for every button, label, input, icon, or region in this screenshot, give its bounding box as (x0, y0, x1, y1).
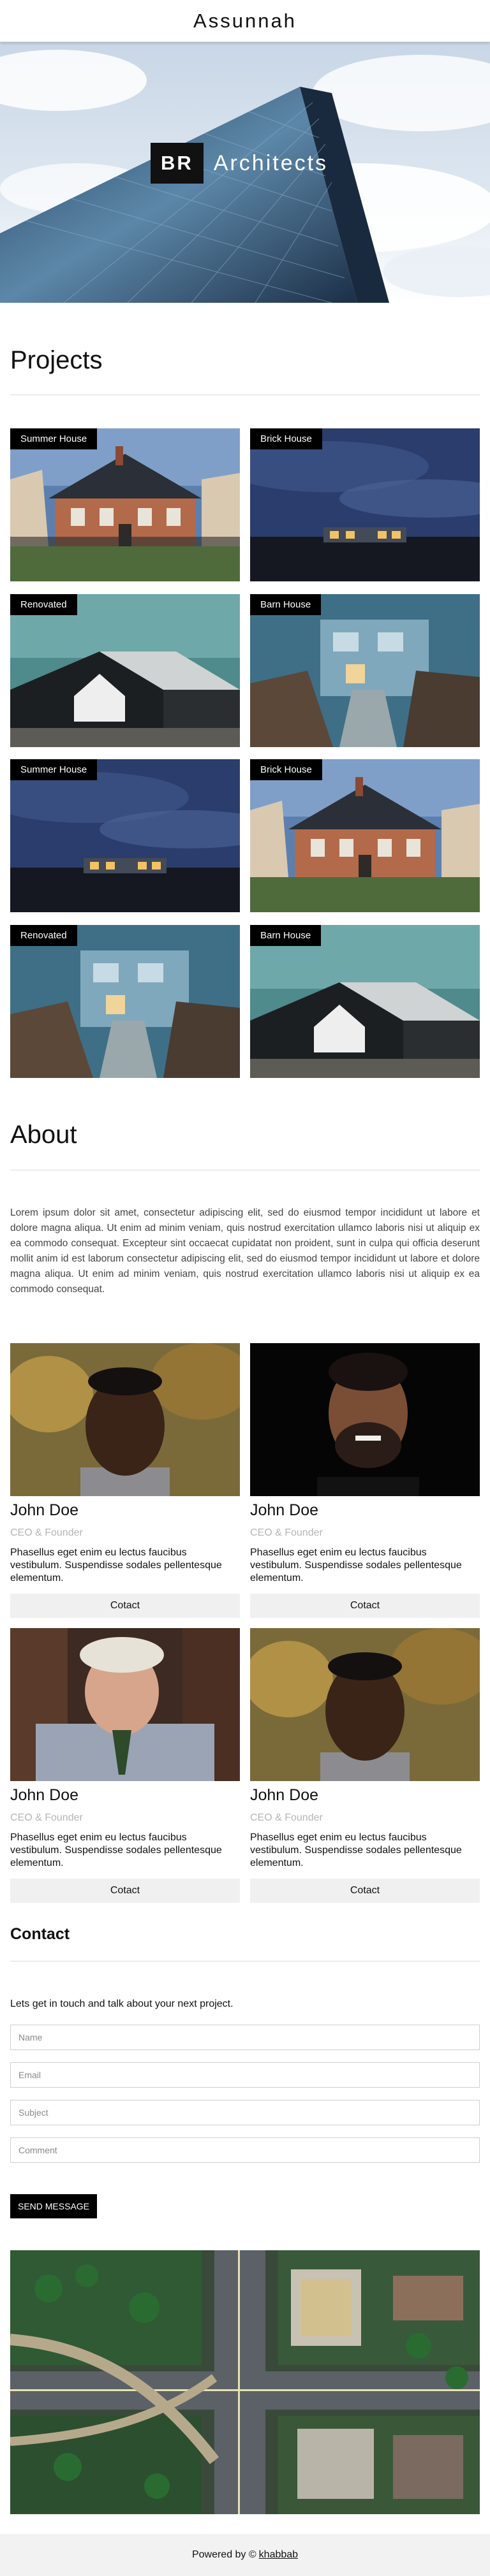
project-tag: Barn House (250, 925, 322, 946)
team-photo (250, 1628, 480, 1781)
footer: Powered by © khabbab (0, 2534, 490, 2576)
member-role: CEO & Founder (10, 1527, 83, 1538)
member-name: John Doe (10, 1501, 79, 1519)
contact-member-button[interactable]: Cotact (10, 1879, 240, 1903)
about-heading: About (10, 1121, 77, 1149)
hero-logo: BR Architects (151, 143, 328, 184)
portrait-image (10, 1628, 240, 1781)
portrait-image (250, 1343, 480, 1496)
member-bio: Phasellus eget enim eu lectus faucibus v… (250, 1832, 462, 1868)
project-card[interactable]: Brick House (250, 759, 480, 912)
hero-banner: BR Architects (0, 42, 490, 303)
team-photo (250, 1343, 480, 1496)
team-card: John Doe CEO & Founder Phasellus eget en… (10, 1628, 240, 1903)
portrait-image (10, 1343, 240, 1496)
contact-member-button[interactable]: Cotact (10, 1594, 240, 1618)
project-card[interactable]: Renovated (10, 925, 240, 1078)
member-name: John Doe (10, 1786, 79, 1804)
team-photo (10, 1343, 240, 1496)
project-tag: Barn House (250, 594, 322, 615)
member-role: CEO & Founder (250, 1812, 323, 1823)
aerial-city-image (10, 2250, 480, 2514)
member-bio: Phasellus eget enim eu lectus faucibus v… (10, 1547, 222, 1583)
contact-intro: Lets get in touch and talk about your ne… (10, 1998, 234, 2009)
project-tag: Renovated (10, 594, 77, 615)
project-card[interactable]: Renovated (10, 594, 240, 747)
send-message-button[interactable]: SEND MESSAGE (10, 2194, 97, 2218)
footer-credit: Powered by © (191, 2549, 256, 2560)
project-card[interactable]: Barn House (250, 594, 480, 747)
project-tag: Brick House (250, 759, 322, 780)
contact-heading: Contact (10, 1925, 70, 1943)
team-card: John Doe CEO & Founder Phasellus eget en… (10, 1343, 240, 1618)
project-card[interactable]: Brick House (250, 428, 480, 581)
project-tag: Brick House (250, 428, 322, 449)
footer-author-link[interactable]: khabbab (259, 2549, 298, 2561)
boardwalk-house-photo (10, 925, 240, 1078)
contact-member-button[interactable]: Cotact (250, 1879, 480, 1903)
project-card[interactable]: Summer House (10, 428, 240, 581)
project-tag: Summer House (10, 759, 98, 780)
team-photo (10, 1628, 240, 1781)
aerial-map-photo (10, 2250, 480, 2514)
brick-house-photo (10, 428, 240, 581)
team-card: John Doe CEO & Founder Phasellus eget en… (250, 1343, 480, 1618)
member-bio: Phasellus eget enim eu lectus faucibus v… (10, 1832, 222, 1868)
hero-logo-box: BR (151, 143, 204, 184)
member-role: CEO & Founder (10, 1812, 83, 1823)
member-bio: Phasellus eget enim eu lectus faucibus v… (250, 1547, 462, 1583)
top-navbar: Assunnah (0, 0, 490, 42)
name-field[interactable] (10, 2025, 480, 2050)
portrait-image (250, 1628, 480, 1781)
team-card: John Doe CEO & Founder Phasellus eget en… (250, 1628, 480, 1903)
brand-link[interactable]: Assunnah (193, 10, 297, 33)
brick-house-photo (250, 759, 480, 912)
project-tag: Summer House (10, 428, 98, 449)
night-house-photo (250, 428, 480, 581)
barn-roof-photo (250, 925, 480, 1078)
project-tag: Renovated (10, 925, 77, 946)
boardwalk-house-photo (250, 594, 480, 747)
member-role: CEO & Founder (250, 1527, 323, 1538)
comment-field[interactable] (10, 2137, 480, 2163)
member-name: John Doe (250, 1501, 319, 1519)
hero-logo-word: Architects (213, 150, 329, 175)
about-paragraph: Lorem ipsum dolor sit amet, consectetur … (10, 1207, 480, 1295)
barn-roof-photo (10, 594, 240, 747)
contact-member-button[interactable]: Cotact (250, 1594, 480, 1618)
project-card[interactable]: Summer House (10, 759, 240, 912)
night-house-photo (10, 759, 240, 912)
member-name: John Doe (250, 1786, 319, 1804)
project-card[interactable]: Barn House (250, 925, 480, 1078)
projects-heading: Projects (10, 346, 103, 374)
email-field[interactable] (10, 2062, 480, 2088)
subject-field[interactable] (10, 2100, 480, 2125)
